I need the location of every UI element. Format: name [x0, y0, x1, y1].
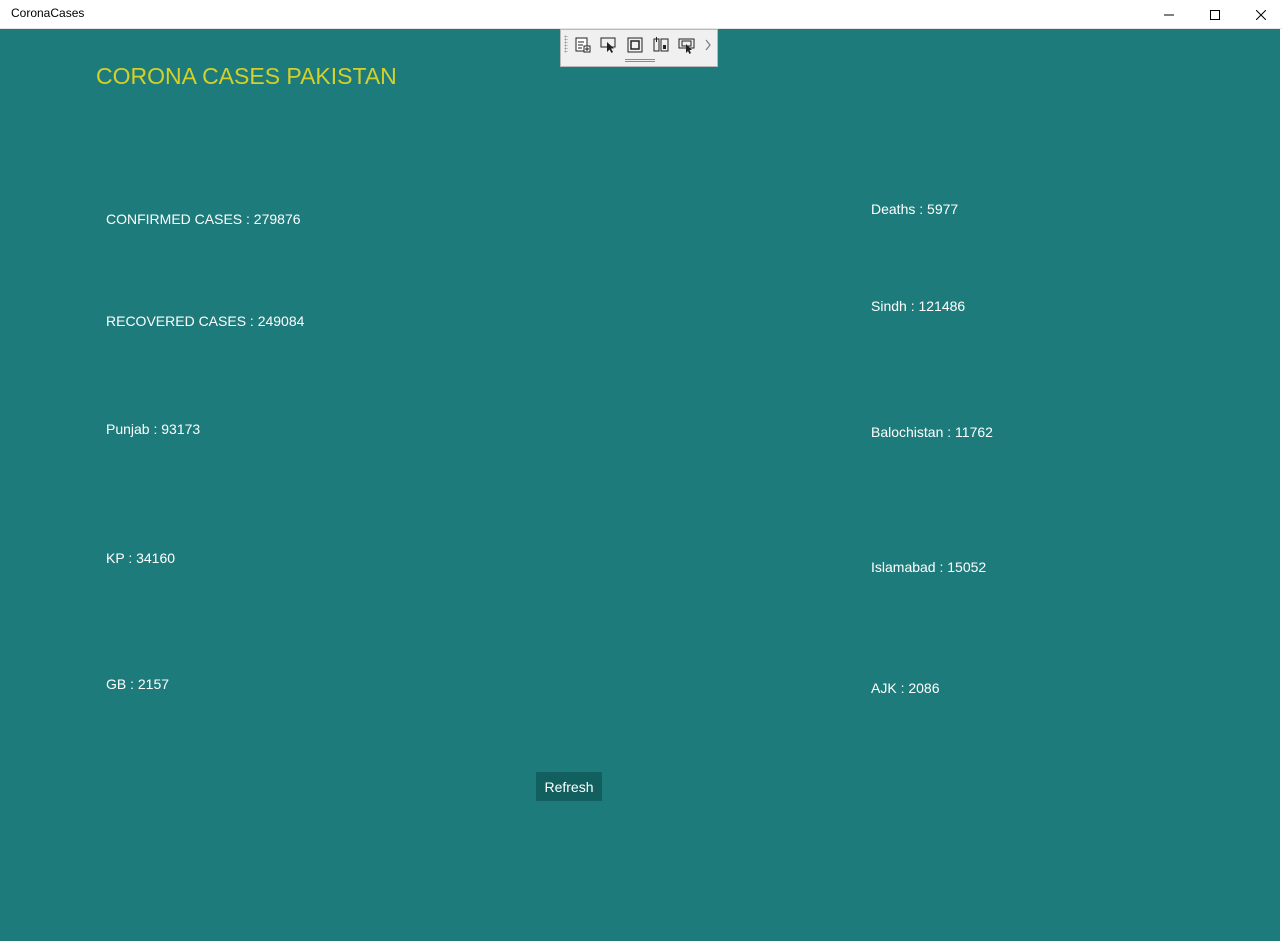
- select-element-button[interactable]: [598, 34, 620, 56]
- app-window: CoronaCases CORONA CASES PAKISTAN CONFIR…: [0, 0, 1282, 941]
- balochistan-cases-label: Balochistan : 11762: [871, 424, 993, 440]
- chevron-right-icon: [705, 39, 711, 51]
- live-visual-tree-icon: [575, 37, 591, 53]
- page-title: CORONA CASES PAKISTAN: [96, 63, 397, 89]
- close-button[interactable]: [1238, 0, 1282, 29]
- islamabad-cases-label: Islamabad : 15052: [871, 559, 987, 575]
- kp-cases-label: KP : 34160: [106, 550, 176, 566]
- track-focus-icon: [653, 37, 669, 52]
- display-layout-adorners-button[interactable]: [624, 34, 646, 56]
- hot-reload-button[interactable]: [676, 34, 698, 56]
- deaths-label: Deaths : 5977: [871, 201, 959, 217]
- select-element-icon: [600, 37, 616, 53]
- ajk-cases-label: AJK : 2086: [871, 680, 940, 696]
- gb-cases-label: GB : 2157: [106, 676, 170, 692]
- xaml-debug-toolbar: [560, 29, 718, 67]
- maximize-button[interactable]: [1192, 0, 1238, 29]
- toolbar-expand-button[interactable]: [701, 34, 715, 56]
- sindh-cases-label: Sindh : 121486: [871, 298, 966, 314]
- title-bar[interactable]: CoronaCases: [0, 0, 1282, 29]
- hot-reload-icon: [678, 38, 695, 54]
- recovered-cases-label: RECOVERED CASES : 249084: [106, 313, 305, 329]
- toolbar-collapse-handle[interactable]: [625, 59, 655, 62]
- punjab-cases-label: Punjab : 93173: [106, 421, 201, 437]
- live-visual-tree-button[interactable]: [572, 34, 594, 56]
- close-icon: [1256, 9, 1266, 20]
- refresh-button[interactable]: Refresh: [536, 772, 602, 801]
- toolbar-grip[interactable]: [564, 35, 568, 53]
- minimize-icon: [1164, 14, 1174, 15]
- maximize-icon: [1210, 9, 1220, 20]
- minimize-button[interactable]: [1146, 0, 1192, 29]
- track-focus-button[interactable]: [650, 34, 672, 56]
- confirmed-cases-label: CONFIRMED CASES : 279876: [106, 211, 301, 227]
- display-layout-adorners-icon: [627, 37, 643, 53]
- window-title: CoronaCases: [11, 6, 85, 20]
